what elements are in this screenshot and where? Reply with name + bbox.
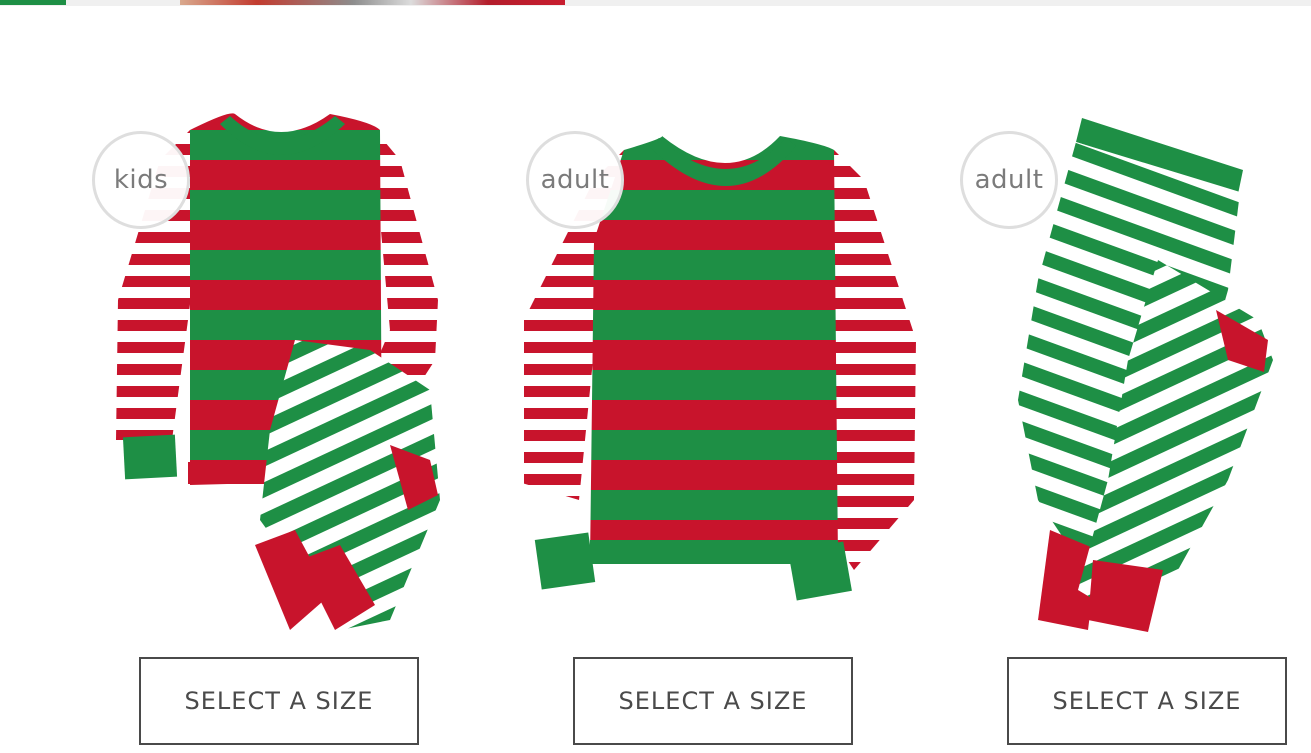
select-size-button-kids-set[interactable]: SELECT A SIZE <box>139 657 419 745</box>
badge-adult-top: adult <box>526 131 624 229</box>
badge-adult-pants: adult <box>960 131 1058 229</box>
select-size-button-adult-top[interactable]: SELECT A SIZE <box>573 657 853 745</box>
product-card-adult-pants: adult SELECT A SIZE <box>958 100 1311 753</box>
banner-segment-photo <box>180 0 565 5</box>
select-size-button-adult-pants[interactable]: SELECT A SIZE <box>1007 657 1287 745</box>
product-card-adult-top: adult SELECT A SIZE <box>524 100 924 753</box>
banner-bottom-edge <box>0 0 1311 6</box>
banner-segment-green <box>0 0 66 5</box>
badge-kids: kids <box>92 131 190 229</box>
product-card-kids-set: kids SELECT A SIZE <box>90 100 490 753</box>
